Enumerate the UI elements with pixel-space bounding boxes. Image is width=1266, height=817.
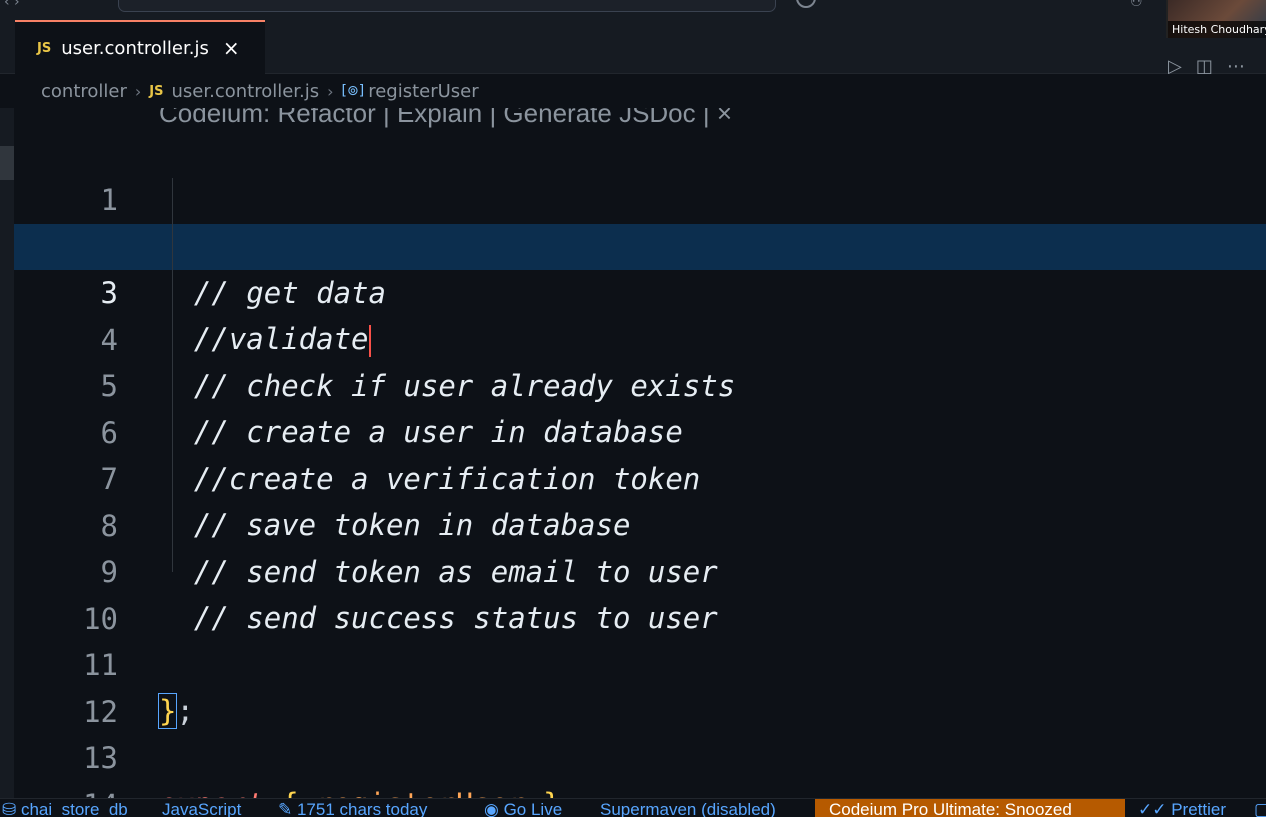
code-editor[interactable]: Codeium: Refactor | Explain | Generate J… bbox=[14, 108, 1266, 798]
code-line-10: 10 bbox=[14, 550, 1266, 636]
status-bar: ⛁ chai_store_db JavaScript ✎ 1751 chars … bbox=[0, 798, 1266, 817]
code-line-7: 7 // save token in database bbox=[14, 410, 1266, 542]
language-mode[interactable]: JavaScript bbox=[162, 799, 241, 817]
javascript-file-icon: JS bbox=[37, 40, 52, 56]
breadcrumb-symbol[interactable]: registerUser bbox=[368, 81, 478, 102]
code-line-4: 4 // check if user already exists bbox=[14, 271, 1266, 403]
copilot-icon[interactable] bbox=[796, 0, 816, 8]
javascript-file-icon: JS bbox=[149, 83, 164, 99]
supermaven-status[interactable]: Supermaven (disabled) bbox=[600, 799, 776, 817]
code-line-2: 2 // get data bbox=[14, 178, 1266, 310]
tab-user-controller[interactable]: JS user.controller.js × bbox=[15, 20, 265, 74]
webcam-overlay: Hitesh Choudhary bbox=[1166, 0, 1266, 38]
code-line-8: 8 // send token as email to user bbox=[14, 457, 1266, 589]
close-tab-icon[interactable]: × bbox=[223, 36, 240, 60]
line-content: export { registerUser }; bbox=[159, 781, 578, 798]
codeium-status[interactable]: Codeium Pro Ultimate: Snoozed bbox=[815, 799, 1125, 817]
code-line-6: 6 //create a verification token bbox=[14, 364, 1266, 496]
title-bar: ‹ › ⚇ bbox=[0, 0, 1266, 20]
chevron-right-icon: › bbox=[327, 81, 334, 101]
line-number: 14 bbox=[14, 782, 118, 798]
database-status[interactable]: ⛁ chai_store_db bbox=[2, 799, 128, 817]
chevron-right-icon: › bbox=[134, 81, 142, 101]
variable-symbol-icon: [⊚] bbox=[341, 83, 365, 99]
tab-label: user.controller.js bbox=[61, 37, 209, 59]
indent-guide bbox=[172, 178, 173, 572]
activity-strip bbox=[0, 108, 14, 798]
codeium-codelens[interactable]: Codeium: Refactor | Explain | Generate J… bbox=[159, 108, 732, 129]
go-live-button[interactable]: ◉ Go Live bbox=[484, 799, 562, 817]
database-icon: ⛁ bbox=[2, 800, 21, 817]
code-line-13: 13 export { registerUser }; bbox=[14, 689, 1266, 798]
prettier-status[interactable]: ✓✓ Prettier bbox=[1138, 799, 1226, 817]
pencil-icon: ✎ bbox=[278, 800, 297, 817]
tab-bar: JS user.controller.js × ▷ ◫ ⋯ bbox=[0, 20, 1266, 77]
layout-icon[interactable]: ⚇ bbox=[1130, 0, 1143, 10]
code-line-1: 1 const registerUser = async (req, res) … bbox=[14, 131, 1266, 264]
webcam-name-label: Hitesh Choudhary bbox=[1168, 21, 1266, 38]
code-line-12: 12 bbox=[14, 643, 1266, 729]
code-line-9: 9 // send success status to user bbox=[14, 503, 1266, 635]
code-line-11: 11 }; bbox=[14, 596, 1266, 729]
back-forward-icons[interactable]: ‹ › bbox=[4, 0, 20, 10]
chars-today[interactable]: ✎ 1751 chars today bbox=[278, 799, 427, 817]
broadcast-icon: ◉ bbox=[484, 800, 504, 817]
command-center-search[interactable] bbox=[118, 0, 776, 12]
breadcrumb-file[interactable]: user.controller.js bbox=[171, 81, 319, 102]
code-line-14: 14 bbox=[14, 736, 1266, 798]
code-line-3: 3 //validate bbox=[14, 224, 1266, 357]
breadcrumb: controller › JS user.controller.js › [⊚]… bbox=[0, 74, 1266, 108]
activity-indicator bbox=[0, 146, 14, 180]
notifications-icon[interactable]: ▢ bbox=[1254, 799, 1266, 817]
breadcrumb-folder[interactable]: controller bbox=[41, 81, 127, 102]
code-line-5: 5 // create a user in database bbox=[14, 317, 1266, 449]
double-check-icon: ✓✓ bbox=[1138, 800, 1172, 817]
